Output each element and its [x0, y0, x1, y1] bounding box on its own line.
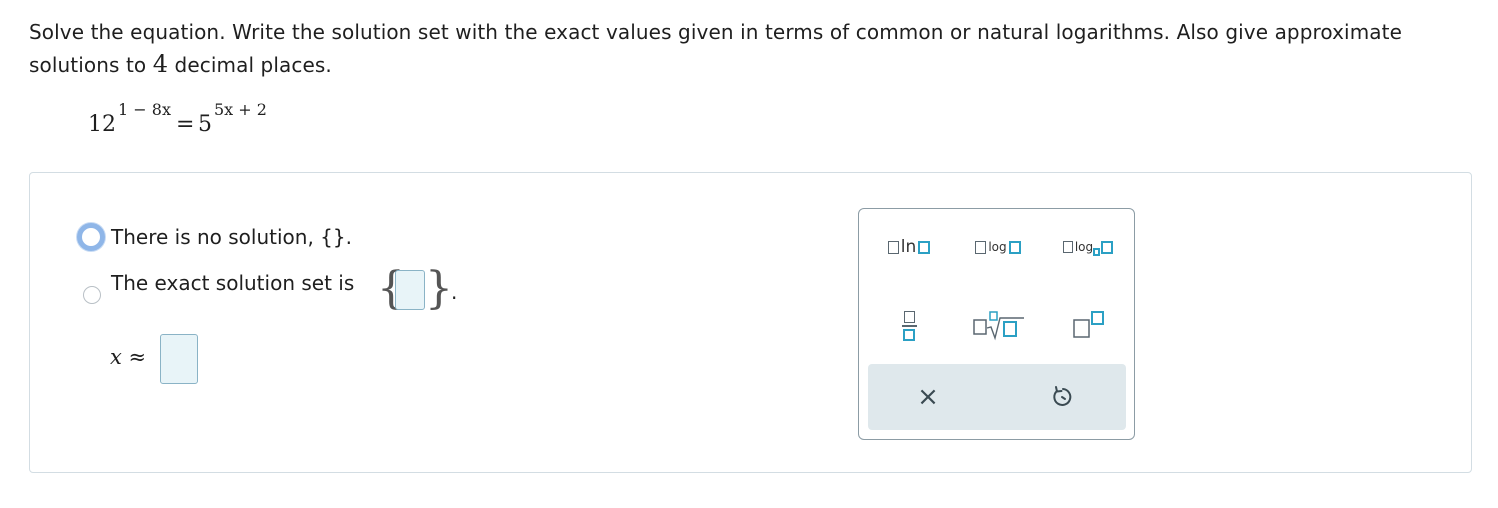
answer-panel: There is no solution, {}. The exact solu…	[29, 172, 1472, 473]
placeholder-square-icon	[1062, 241, 1073, 253]
log-button[interactable]: log	[963, 235, 1033, 259]
question-text: Solve the equation. Write the solution s…	[29, 16, 1449, 81]
question-text-part2: decimal places.	[168, 53, 332, 77]
log-base-button[interactable]: log	[1053, 235, 1123, 259]
option-no-solution-text: There is no solution, {}.	[111, 225, 352, 249]
equation-equals: =	[176, 112, 195, 137]
superscript-button[interactable]	[1057, 305, 1117, 345]
numerator-square-icon	[903, 311, 915, 324]
right-brace: }	[425, 263, 453, 314]
nth-root-icon	[973, 311, 1024, 341]
equation-right-base: 5	[198, 112, 212, 137]
decimal-count: 4	[152, 50, 169, 78]
equation-right-exponent: 5x + 2	[214, 100, 267, 119]
nth-root-button[interactable]	[963, 305, 1033, 345]
log-base-label: log	[1074, 240, 1094, 254]
placeholder-square-icon	[1008, 240, 1021, 254]
fraction-button[interactable]	[889, 305, 929, 347]
placeholder-square-icon	[1101, 240, 1114, 254]
option-no-solution-label[interactable]: There is no solution, {}.	[111, 224, 352, 250]
radio-no-solution[interactable]	[77, 223, 105, 251]
undo-button[interactable]	[1032, 376, 1092, 418]
palette-footer: ×	[868, 364, 1126, 430]
superscript-icon	[1073, 311, 1104, 338]
equation-left-exponent: 1 − 8x	[118, 100, 171, 119]
ln-label: ln	[900, 237, 917, 257]
placeholder-square-icon	[918, 240, 931, 254]
math-palette: ln log log ×	[858, 208, 1135, 440]
close-icon: ×	[917, 382, 939, 412]
radio-exact-solution[interactable]	[83, 286, 101, 304]
approx-input[interactable]	[160, 334, 198, 384]
denominator-square-icon	[903, 328, 915, 341]
subscript-square-icon	[1093, 248, 1101, 256]
placeholder-square-icon	[887, 240, 899, 254]
fraction-bar-icon	[901, 325, 917, 327]
solution-set-input[interactable]	[395, 270, 425, 310]
approx-label: x ≈	[110, 345, 147, 369]
undo-icon	[1053, 386, 1072, 406]
placeholder-square-icon	[975, 240, 987, 254]
equation-left-base: 12	[88, 112, 116, 137]
option-exact-solution-label[interactable]: The exact solution set is	[111, 270, 361, 296]
option-exact-solution-text: The exact solution set is	[111, 271, 355, 295]
ln-button[interactable]: ln	[875, 235, 943, 259]
log-label: log	[988, 240, 1007, 254]
solution-set-period: .	[451, 280, 458, 304]
clear-button[interactable]: ×	[898, 376, 958, 418]
